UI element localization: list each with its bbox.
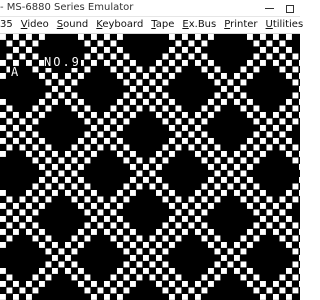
menu-item-35[interactable]: 35 xyxy=(0,19,17,31)
menu-item-utilities[interactable]: Utilities xyxy=(262,19,308,31)
window-title: - MS-6880 Series Emulator xyxy=(0,2,134,13)
window-controls xyxy=(256,0,300,17)
screen-cursor-char: A xyxy=(10,65,22,79)
menu-item-sound[interactable]: Sound xyxy=(53,19,93,31)
menu-item-keyboard[interactable]: Keyboard xyxy=(92,19,147,31)
menu-label-rest: 35 xyxy=(0,19,13,30)
menu-label-rest: tilities xyxy=(272,19,304,30)
menu-label-rest: eyboard xyxy=(102,19,144,30)
emulator-screen[interactable]: NO.9 A xyxy=(0,34,300,300)
menu-label-rest: ape xyxy=(155,19,175,30)
minimize-icon[interactable] xyxy=(265,8,274,9)
title-bar: - MS-6880 Series Emulator xyxy=(0,0,300,17)
menu-label-rest: rinter xyxy=(230,19,258,30)
screen-pattern xyxy=(0,34,300,300)
menu-item-tape[interactable]: Tape xyxy=(147,19,178,31)
maximize-icon[interactable] xyxy=(286,4,294,13)
menu-label-rest: ideo xyxy=(27,19,49,30)
menu-accelerator: U xyxy=(265,19,273,30)
menu-label-rest: ound xyxy=(63,19,89,30)
menu-item-exbus[interactable]: Ex.Bus xyxy=(178,19,220,31)
menu-item-video[interactable]: Video xyxy=(17,19,53,31)
screen-caption: NO.9 xyxy=(44,55,81,69)
menu-label-rest: x.Bus xyxy=(188,19,217,30)
menu-item-printer[interactable]: Printer xyxy=(220,19,261,31)
menu-bar: 35 Video Sound Keyboard Tape Ex.Bus Printer Uti… xyxy=(0,17,303,34)
